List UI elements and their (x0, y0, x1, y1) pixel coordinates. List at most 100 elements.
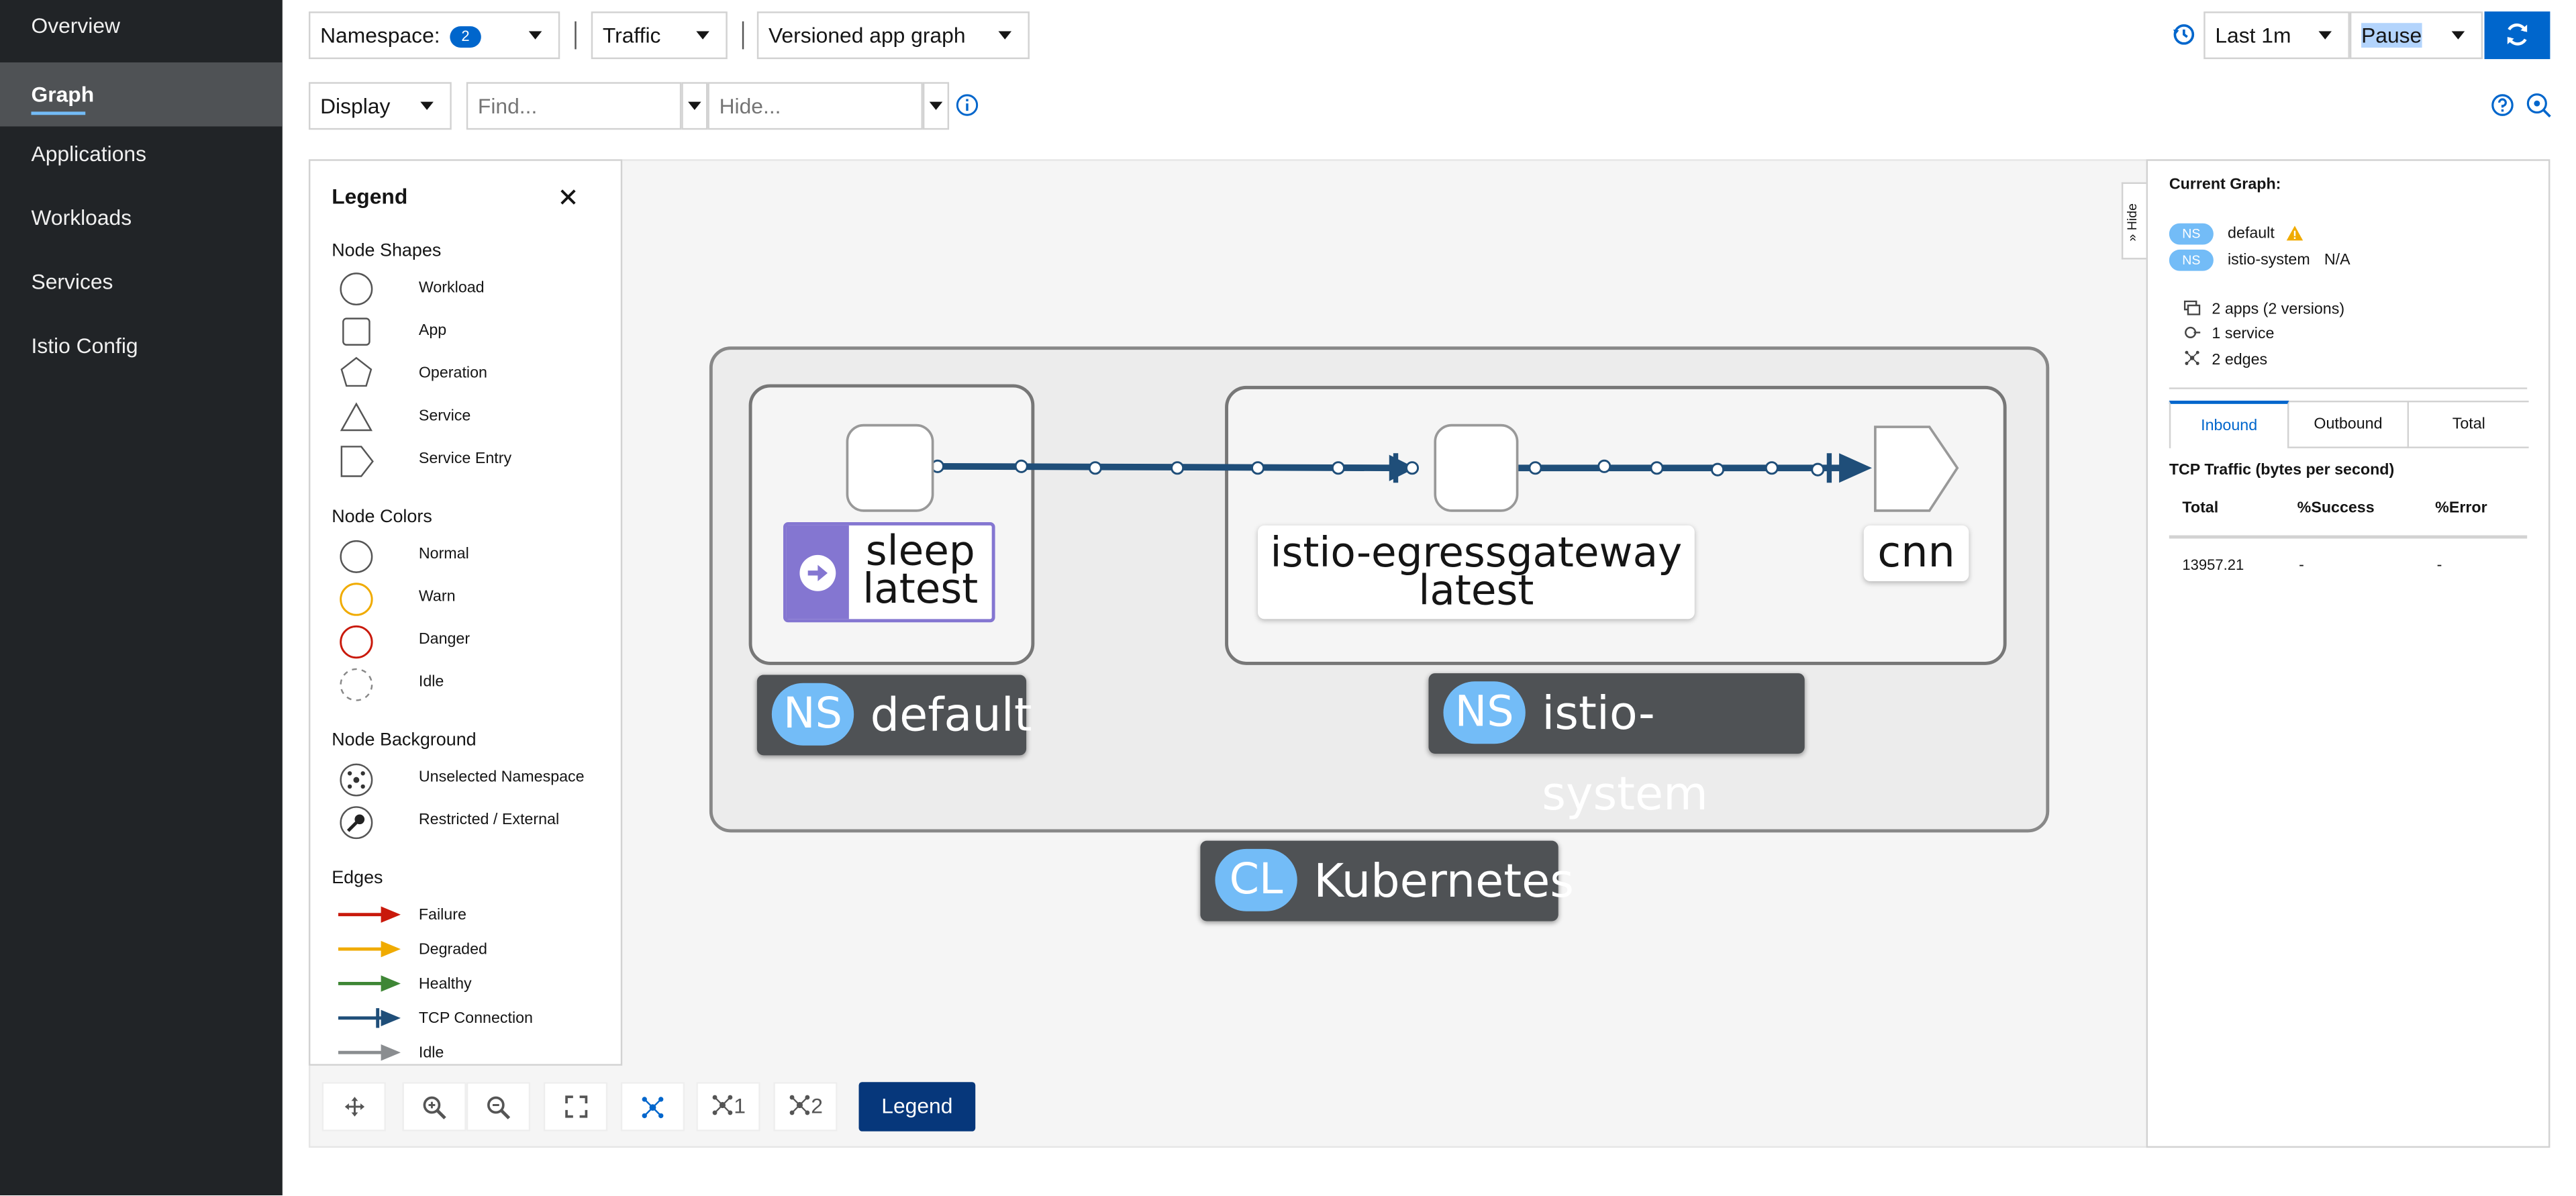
sleep-node-label-badge (786, 525, 849, 619)
namespace-label-default[interactable]: NS default (756, 675, 1032, 756)
ns-badge: NS (771, 683, 854, 746)
namespace-row-istio-system[interactable]: NS istio-system N/A (2169, 249, 2350, 271)
legend-edges-heading: Edges (332, 868, 383, 889)
arrow-circle-icon (799, 554, 836, 591)
zoom-in-button[interactable] (402, 1082, 466, 1132)
apps-count: 2 apps (2 versions) (2212, 300, 2345, 319)
tab-outbound[interactable]: Outbound (2289, 400, 2410, 448)
topology-icon (712, 1095, 732, 1115)
egress-node-version: latest (1418, 566, 1534, 614)
kiali-app: Overview Graph Applications Workloads Se… (0, 0, 2576, 1196)
cell-error: - (2436, 556, 2442, 575)
cell-total: 13957.21 (2182, 556, 2244, 573)
apps-summary: 2 apps (2 versions) (2183, 300, 2345, 319)
traffic-table-title: TCP Traffic (bytes per second) (2169, 461, 2395, 480)
pan-button[interactable] (321, 1082, 386, 1132)
namespace-name: default (2228, 225, 2275, 244)
legend-background-icons (340, 763, 373, 840)
namespace-status: N/A (2324, 251, 2350, 270)
legend-shape-operation: Operation (418, 364, 487, 383)
ns-badge: NS (2169, 249, 2214, 271)
layout-default-button[interactable] (620, 1082, 685, 1132)
legend-node-colors-heading: Node Colors (332, 507, 432, 528)
legend-color-warn: Warn (418, 587, 456, 606)
cell-success: - (2299, 556, 2304, 575)
namespace-label-istio-system[interactable]: NS istio-system (1428, 673, 1805, 821)
legend-shape-service: Service (418, 407, 471, 426)
ns-badge: NS (1443, 681, 1526, 744)
legend-color-icons (340, 540, 373, 701)
legend-panel: Legend Node Shapes Workload App Operatio… (308, 159, 623, 1066)
fit-button[interactable] (543, 1082, 608, 1132)
column-error: %Error (2435, 499, 2487, 517)
topology-icon (642, 1097, 664, 1119)
zoom-out-icon (487, 1096, 511, 1119)
legend-shape-app: App (418, 321, 447, 340)
close-icon[interactable] (558, 187, 578, 207)
chevron-double-icon: » (2124, 234, 2140, 242)
layout-1-label: 1 (734, 1093, 746, 1119)
layout-2-button[interactable]: 2 (773, 1082, 838, 1132)
topology-icon (2185, 350, 2199, 365)
services-count: 1 service (2212, 325, 2275, 344)
divider (2169, 387, 2528, 389)
zoom-in-icon (423, 1096, 446, 1119)
legend-shape-service-entry: Service Entry (418, 450, 512, 468)
legend-edge-idle: Idle (418, 1044, 444, 1062)
namespace-row-default[interactable]: NS default (2169, 223, 2303, 245)
services-summary: 1 service (2184, 325, 2275, 344)
egress-node-label[interactable]: istio-egressgateway latest (1258, 525, 1695, 619)
namespace-name: istio-system (2228, 251, 2310, 270)
legend-edge-healthy: Healthy (418, 975, 472, 994)
namespace-name: default (870, 688, 1032, 742)
warning-icon (2286, 226, 2303, 241)
move-icon (344, 1097, 364, 1117)
legend-edge-failure: Failure (418, 906, 466, 925)
column-total: Total (2182, 499, 2219, 517)
legend-edge-degraded: Degraded (418, 940, 487, 959)
summary-panel: Current Graph: NS default NS istio-syste… (2146, 159, 2550, 1148)
legend-edge-icons (338, 906, 401, 1061)
legend-bg-restricted-external: Restricted / External (418, 811, 560, 830)
sleep-node-label[interactable]: sleep latest (783, 521, 995, 623)
hide-panel-toggle[interactable]: » Hide (2121, 182, 2146, 260)
legend-title: Legend (332, 184, 408, 209)
legend-node-background-heading: Node Background (332, 730, 477, 751)
ns-badge: NS (2169, 223, 2214, 245)
sleep-node-name: sleep (865, 527, 975, 575)
legend-color-idle: Idle (418, 673, 444, 691)
hide-label: Hide (2124, 203, 2140, 231)
legend-color-danger: Danger (418, 630, 470, 649)
legend-shape-workload: Workload (418, 279, 485, 297)
legend-node-shapes-heading: Node Shapes (332, 241, 442, 261)
service-entry-shape-icon (340, 446, 374, 477)
cluster-label[interactable]: CL Kubernetes (1200, 840, 1574, 921)
sleep-node-version: latest (862, 564, 979, 613)
legend-color-normal: Normal (418, 545, 469, 564)
layout-2-label: 2 (811, 1093, 823, 1119)
app-node-sleep[interactable] (846, 423, 934, 512)
current-graph-label: Current Graph: (2169, 175, 2281, 194)
edges-count: 2 edges (2212, 351, 2268, 370)
zoom-out-button[interactable] (466, 1082, 531, 1132)
egress-node-name: istio-egressgateway (1270, 528, 1683, 577)
service-icon (2185, 326, 2201, 338)
tab-total[interactable]: Total (2409, 400, 2529, 448)
legend-button[interactable]: Legend (858, 1082, 976, 1132)
legend-shape-icons (340, 272, 373, 432)
cluster-name: Kubernetes (1314, 854, 1574, 908)
tab-inbound[interactable]: Inbound (2169, 400, 2289, 448)
legend-edge-tcp: TCP Connection (418, 1009, 533, 1028)
layout-1-button[interactable]: 1 (696, 1082, 760, 1132)
expand-icon (564, 1095, 587, 1118)
cnn-node-label[interactable]: cnn (1863, 525, 1969, 582)
applications-icon (2183, 300, 2201, 315)
cluster-badge: CL (1215, 848, 1297, 911)
edges-summary: 2 edges (2184, 350, 2267, 369)
topology-icon (789, 1095, 809, 1115)
column-success: %Success (2297, 499, 2375, 517)
table-header-divider (2169, 535, 2528, 539)
app-node-egressgateway[interactable] (1434, 423, 1519, 512)
namespace-name: istio-system (1542, 686, 1708, 821)
legend-bg-unselected-namespace: Unselected Namespace (418, 768, 585, 787)
